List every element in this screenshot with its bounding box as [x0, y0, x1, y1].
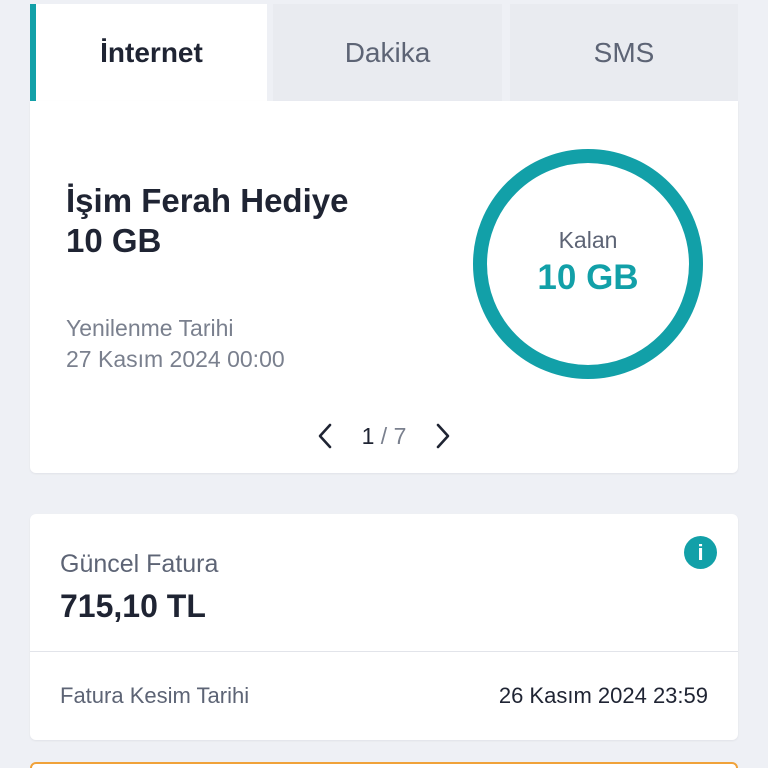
page: İnternet Dakika SMS İşim Ferah Hediye 10… [0, 0, 768, 768]
remaining-value: 10 GB [537, 257, 639, 297]
bill-card: Güncel Fatura 715,10 TL i Fatura Kesim T… [30, 514, 738, 740]
bill-cut-date: 26 Kasım 2024 23:59 [498, 683, 708, 708]
pager-current: 1 [361, 422, 375, 449]
bill-cut-label: Fatura Kesim Tarihi [60, 683, 250, 708]
renewal-date: 27 Kasım 2024 00:00 [66, 346, 285, 372]
tab-dakika[interactable]: Dakika [273, 4, 502, 101]
bill-amount: 715,10 TL [60, 588, 206, 624]
package-name: İşim Ferah Hediye [66, 182, 349, 219]
tab-sms-label: SMS [593, 36, 655, 68]
tab-dakika-label: Dakika [344, 36, 431, 68]
chevron-left-icon[interactable] [310, 421, 340, 451]
renewal-info: Yenilenme Tarihi 27 Kasım 2024 00:00 [66, 313, 285, 375]
remaining-label: Kalan [558, 226, 618, 253]
pager-separator: / [380, 422, 388, 449]
divider [30, 651, 738, 652]
chevron-right-icon[interactable] [428, 421, 458, 451]
bill-label: Güncel Fatura [60, 550, 219, 578]
next-card [30, 762, 738, 768]
package-size: 10 GB [66, 222, 162, 259]
renewal-label: Yenilenme Tarihi [66, 315, 234, 341]
pager-count: 1 / 7 [362, 423, 407, 450]
remaining-summary: Kalan 10 GB [472, 148, 704, 380]
package-pager: 1 / 7 [30, 421, 738, 451]
usage-tabs: İnternet Dakika SMS [30, 4, 738, 101]
tab-sms[interactable]: SMS [510, 4, 738, 101]
info-icon[interactable]: i [684, 536, 717, 569]
tab-internet-label: İnternet [100, 36, 203, 68]
tab-internet[interactable]: İnternet [30, 4, 267, 101]
package-title: İşim Ferah Hediye 10 GB [66, 181, 348, 261]
pager-total: 7 [393, 422, 407, 449]
package-card: İşim Ferah Hediye 10 GB Yenilenme Tarihi… [30, 101, 738, 473]
